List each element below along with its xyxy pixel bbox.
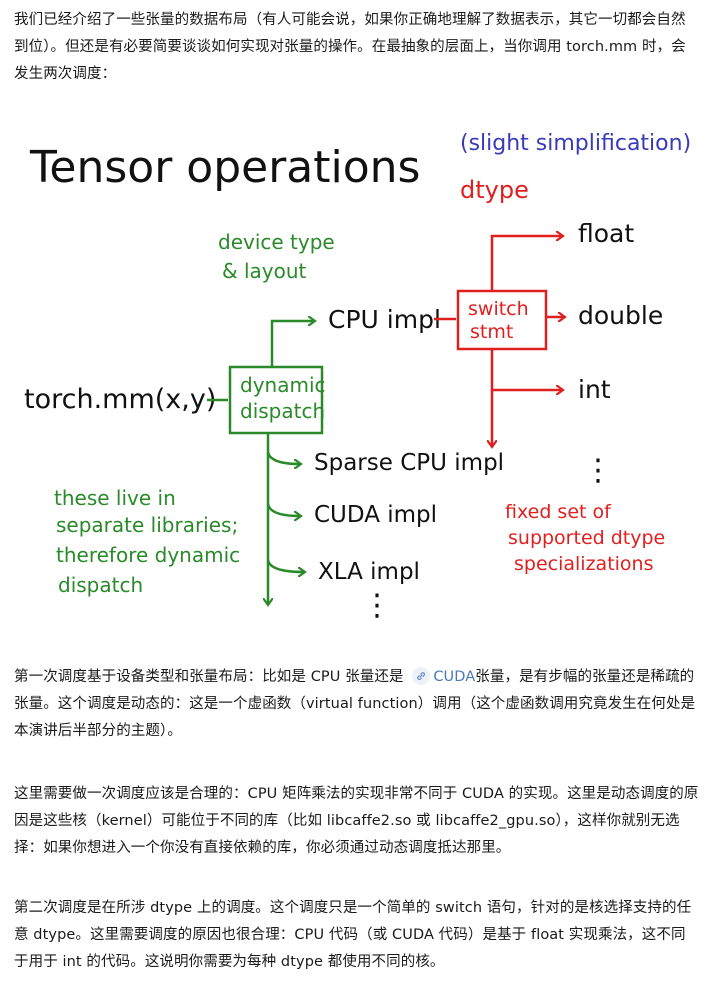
libraries-note-line-2: separate libraries;	[56, 513, 238, 537]
fixed-note-line-3: specializations	[514, 553, 654, 575]
libraries-note-line-4: dispatch	[58, 573, 143, 597]
libraries-note-line-1: these live in	[54, 486, 176, 510]
fixed-note-line-2: supported dtype	[508, 527, 665, 549]
paragraph-dynamic-reason: 这里需要做一次调度应该是合理的：CPU 矩阵乘法的实现非常不同于 CUDA 的实…	[14, 786, 699, 856]
link-icon	[412, 667, 431, 685]
dtype-ellipsis: ⋮	[583, 453, 613, 488]
p2-text-before: 第一次调度基于设备类型和张量布局：比如是 CPU 张量还是	[14, 669, 409, 685]
device-note-line-2: & layout	[222, 259, 307, 283]
fixed-note-line-1: fixed set of	[505, 501, 612, 523]
xla-impl: XLA impl	[318, 559, 420, 585]
dtype-float: float	[578, 219, 634, 248]
diagram-title: Tensor operations	[29, 142, 420, 193]
dtype-double: double	[578, 301, 663, 330]
paragraph-second-dispatch: 第二次调度是在所涉 dtype 上的调度。这个调度只是一个简单的 switch …	[14, 900, 692, 970]
paragraph-first-dispatch: 第一次调度基于设备类型和张量布局：比如是 CPU 张量还是 CUDA张量，是有步…	[14, 664, 700, 745]
impl-ellipsis: ⋮	[362, 588, 392, 622]
libraries-note-line-3: therefore dynamic	[56, 543, 240, 567]
cuda-link[interactable]: CUDA	[433, 669, 475, 685]
tensor-operations-diagram: Tensor operations (slight simplification…	[24, 131, 691, 622]
simplification-note: (slight simplification)	[460, 131, 691, 156]
device-note-line-1: device type	[218, 230, 335, 254]
dtype-label: dtype	[460, 176, 529, 204]
torch-mm-call: torch.mm(x,y)	[24, 384, 216, 415]
sparse-cpu-impl: Sparse CPU impl	[314, 450, 504, 476]
cuda-impl: CUDA impl	[314, 502, 437, 528]
dtype-int: int	[578, 375, 611, 404]
dispatch-box-line-2: dispatch	[240, 399, 325, 423]
switch-box-line-1: switch	[468, 298, 529, 320]
switch-box-line-2: stmt	[470, 321, 513, 343]
cpu-impl: CPU impl	[328, 305, 441, 334]
dispatch-box-line-1: dynamic	[240, 373, 326, 397]
paragraph-intro: 我们已经介绍了一些张量的数据布局（有人可能会说，如果你正确地理解了数据表示，其它…	[14, 12, 686, 82]
